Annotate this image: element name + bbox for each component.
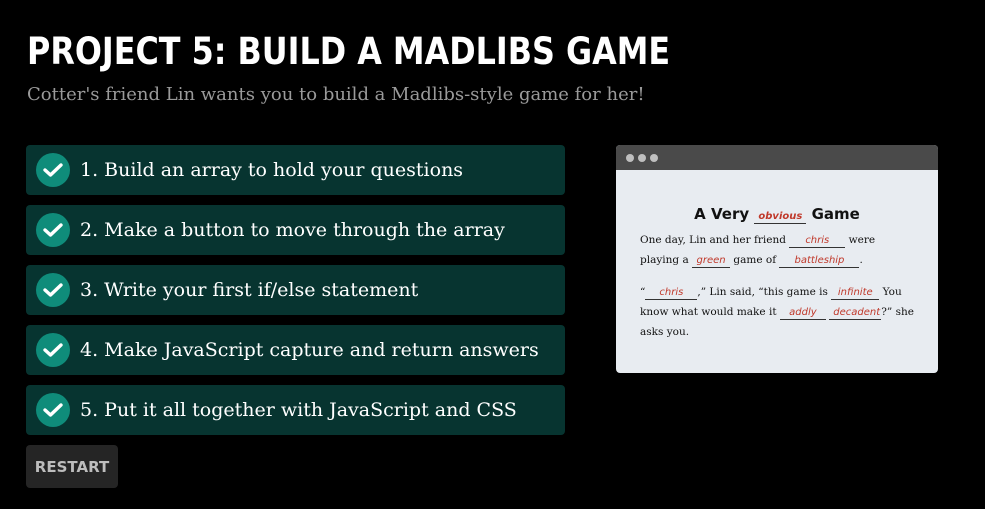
- blank-answer: battleship: [779, 255, 860, 268]
- preview-title-pre: A Very: [694, 205, 750, 223]
- window-dot-icon: [638, 153, 646, 162]
- step-list: 1. Build an array to hold your questions…: [26, 145, 565, 445]
- step-label: 2. Make a button to move through the arr…: [80, 219, 505, 241]
- page-subtitle: Cotter's friend Lin wants you to build a…: [27, 84, 645, 105]
- window-dot-icon: [650, 153, 658, 162]
- preview-content: A Very obvious Game One day, Lin and her…: [616, 205, 938, 342]
- blank-answer: infinite: [831, 287, 880, 300]
- browser-window-bar: [616, 145, 938, 170]
- preview-title: A Very obvious Game: [640, 205, 914, 224]
- step-item-5[interactable]: 5. Put it all together with JavaScript a…: [26, 385, 565, 435]
- step-label: 4. Make JavaScript capture and return an…: [80, 339, 539, 361]
- step-item-1[interactable]: 1. Build an array to hold your questions: [26, 145, 565, 195]
- blank-answer: obvious: [754, 211, 807, 224]
- preview-text: game of: [733, 254, 777, 266]
- step-label: 3. Write your first if/else statement: [80, 279, 419, 301]
- check-circle-icon: [36, 333, 70, 367]
- step-item-2[interactable]: 2. Make a button to move through the arr…: [26, 205, 565, 255]
- step-item-4[interactable]: 4. Make JavaScript capture and return an…: [26, 325, 565, 375]
- check-circle-icon: [36, 213, 70, 247]
- restart-button[interactable]: RESTART: [26, 445, 118, 488]
- blank-answer: addly: [779, 307, 826, 320]
- blank-answer: chris: [645, 287, 698, 300]
- madlibs-preview-image: A Very obvious Game One day, Lin and her…: [616, 145, 938, 373]
- preview-paragraph-2: “chris,” Lin said, “this game is infinit…: [640, 282, 914, 342]
- blank-answer: chris: [789, 235, 846, 248]
- step-label: 5. Put it all together with JavaScript a…: [80, 399, 517, 421]
- preview-text: .: [859, 254, 863, 266]
- step-label: 1. Build an array to hold your questions: [80, 159, 464, 181]
- check-circle-icon: [36, 153, 70, 187]
- preview-paragraph-1: One day, Lin and her friend chris were p…: [640, 230, 914, 270]
- preview-title-post: Game: [811, 205, 860, 223]
- check-circle-icon: [36, 273, 70, 307]
- step-item-3[interactable]: 3. Write your first if/else statement: [26, 265, 565, 315]
- blank-answer: decadent: [829, 307, 882, 320]
- page-title: PROJECT 5: BUILD A MADLIBS GAME: [27, 30, 671, 73]
- preview-text: ,” Lin said, “this game is: [697, 286, 828, 298]
- blank-answer: green: [692, 255, 731, 268]
- check-circle-icon: [36, 393, 70, 427]
- window-dot-icon: [626, 153, 634, 162]
- preview-text: One day, Lin and her friend: [640, 234, 786, 246]
